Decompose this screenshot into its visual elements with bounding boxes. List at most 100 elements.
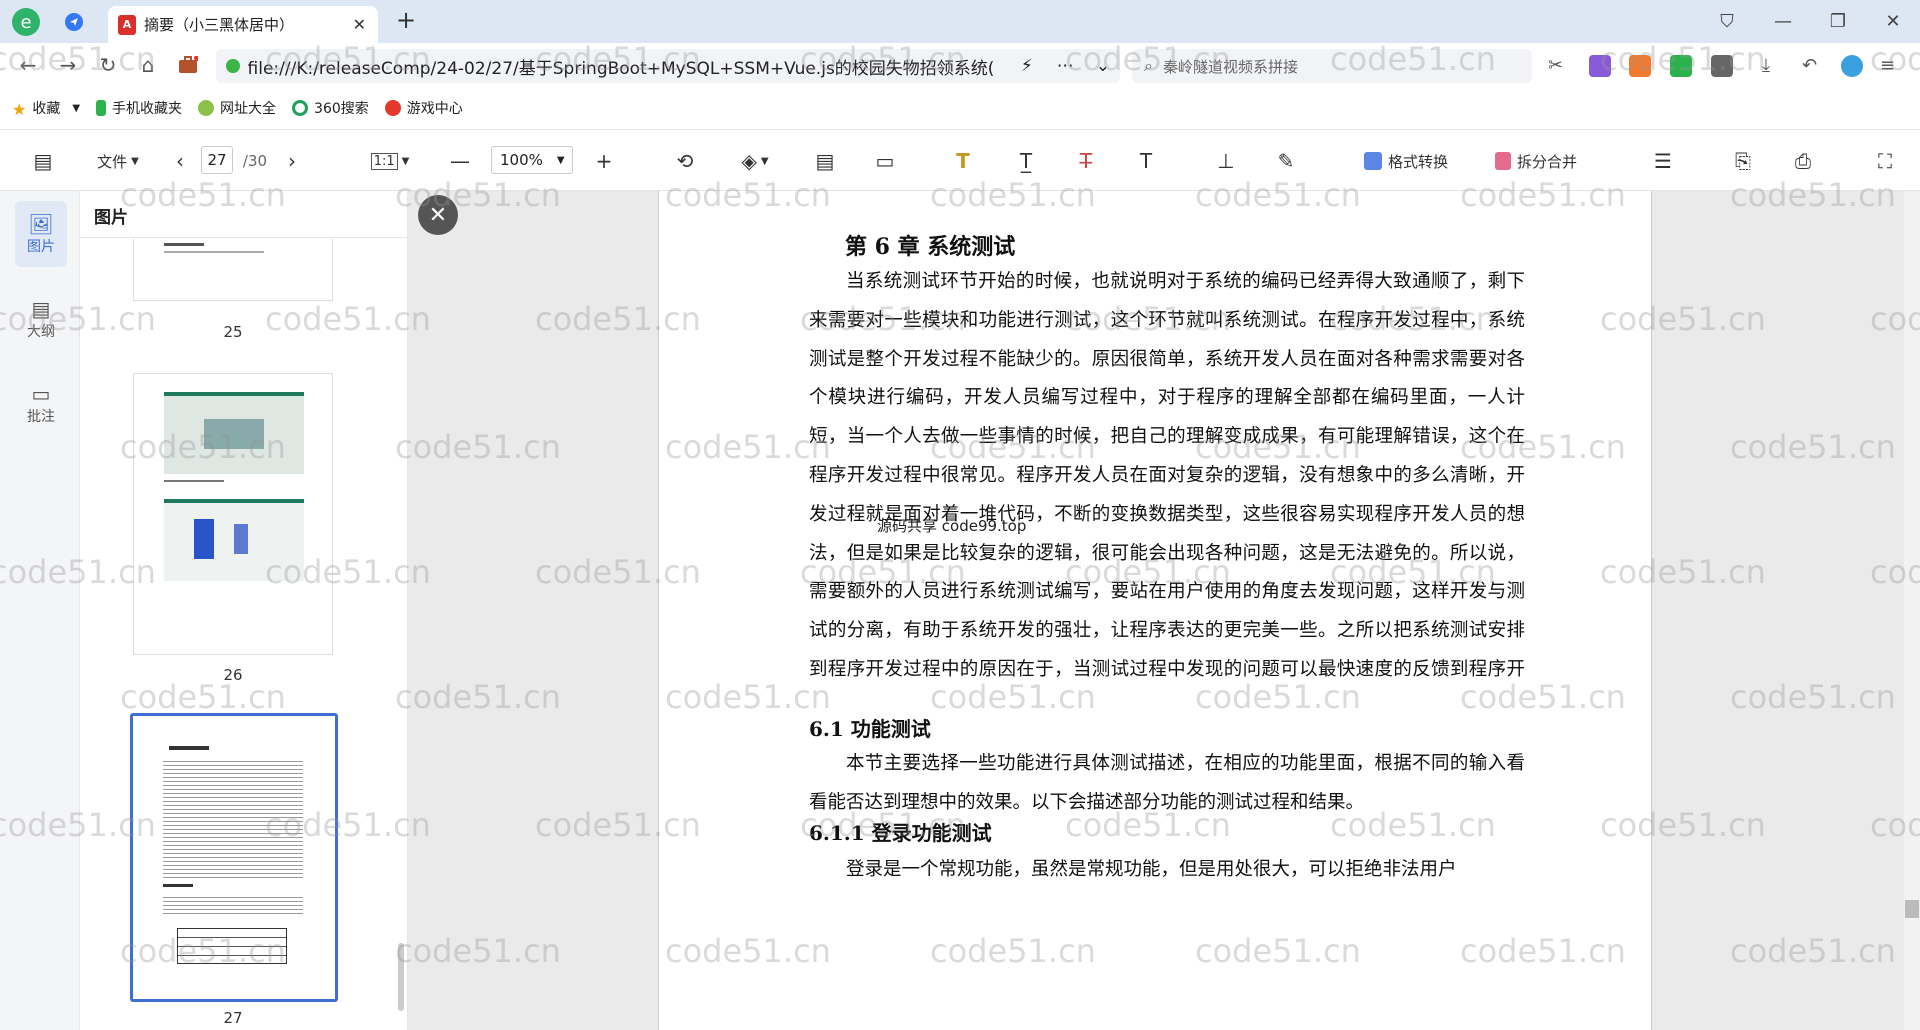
zoom-out-button[interactable]: — — [448, 146, 472, 176]
undo-icon[interactable]: ↶ — [1802, 55, 1824, 77]
pinned-tab-icon[interactable] — [58, 8, 90, 36]
forward-button[interactable]: → — [54, 51, 82, 79]
comment-icon: ▭ — [31, 382, 51, 406]
chevron-down-icon[interactable]: ⌄ — [1096, 56, 1110, 76]
chapter-title: 第 6 章 系统测试 — [845, 234, 1016, 260]
back-button[interactable]: ← — [14, 51, 42, 79]
thumbnail-page-27-selected[interactable] — [130, 713, 338, 1002]
fit-dropdown[interactable]: 1:1 ▼ — [368, 146, 412, 176]
print-icon[interactable]: ⎙ — [1790, 146, 1816, 176]
comment-icon[interactable]: ▭ — [872, 146, 898, 176]
chevron-down-icon[interactable]: ▼ — [72, 103, 80, 114]
skin-icon[interactable]: ⛉ — [1712, 6, 1742, 36]
convert-icon — [1363, 152, 1382, 170]
section-heading: 6.1 功能测试 — [809, 717, 931, 741]
split-icon — [1494, 152, 1511, 170]
briefcase-icon[interactable] — [174, 51, 202, 79]
next-page-button[interactable]: › — [282, 146, 302, 176]
insert-text-icon[interactable]: T — [1133, 146, 1159, 176]
star-icon: ★ — [12, 100, 27, 119]
game-icon[interactable] — [1629, 55, 1651, 77]
paragraph: 本节主要选择一些功能进行具体测试描述，在相应的功能里面，根据不同的输入看看能否达… — [809, 753, 1525, 813]
close-window-button[interactable]: ✕ — [1878, 6, 1908, 36]
format-convert-button[interactable]: 格式转换 — [1356, 146, 1456, 176]
thumbnails-title: 图片 — [94, 208, 128, 228]
scissors-icon[interactable]: ✂ — [1548, 55, 1570, 77]
bookmark-directory[interactable]: 网址大全 — [198, 98, 276, 118]
thumbnail-page-26[interactable] — [133, 373, 333, 655]
pdf-icon: A — [118, 14, 136, 35]
tab-bar: e A 摘要（小三黑体居中） ✕ + ⛉ — ❐ ✕ — [0, 0, 1920, 43]
tab-title: 摘要（小三黑体居中） — [144, 16, 295, 34]
ie-icon[interactable] — [1841, 55, 1863, 77]
home-button[interactable]: ⌂ — [134, 51, 162, 79]
overlay-watermark-text: 源码共享 code99.top — [877, 517, 1027, 535]
bookmark-games[interactable]: 游戏中心 — [384, 98, 463, 118]
active-tab[interactable]: A 摘要（小三黑体居中） ✕ — [108, 6, 378, 43]
split-merge-button[interactable]: 拆分合并 — [1490, 146, 1582, 176]
download-icon[interactable]: ⤓ — [1762, 55, 1784, 77]
extensions-icon[interactable] — [1711, 55, 1733, 77]
paragraph: 登录是一个常规功能，虽然是常规功能，但是用处很大，可以拒绝非法用户 — [846, 859, 1457, 880]
globe-icon — [198, 100, 215, 116]
search-field[interactable]: ⌕ 秦岭隧道视频系拼接 — [1132, 49, 1532, 83]
underline-text-icon[interactable]: T̲ — [1013, 146, 1039, 176]
bookmark-mobile[interactable]: 手机收藏夹 — [96, 98, 182, 118]
signature-icon[interactable]: ✎ — [1273, 146, 1299, 176]
thumbnail-page-25[interactable] — [133, 239, 333, 301]
close-panel-button[interactable]: ✕ — [418, 195, 458, 235]
zoom-select[interactable]: 100% ▼ — [491, 146, 573, 174]
stamp-icon[interactable]: ⊥ — [1213, 146, 1239, 176]
pdf-toolbar: ▤ 文件 ▼ ‹ 27 /30 › 1:1 ▼ — 100% ▼ + ⟲ ◈ ▼ ▤ ▭… — [0, 130, 1920, 191]
url-text: file:///K:/releaseComp/24-02/27/基于Spring… — [247, 58, 995, 79]
fill-color-icon[interactable]: ◈ ▼ — [732, 146, 778, 176]
rotate-icon[interactable]: ⟲ — [672, 146, 698, 176]
rail-images-tab[interactable]: 🖼 图片 — [15, 201, 67, 267]
section-heading: 6.1.1 登录功能测试 — [809, 821, 992, 845]
minimize-button[interactable]: — — [1768, 6, 1798, 36]
bookmarks-bar: ★ 收藏 ▼ 手机收藏夹 网址大全 360搜索 游戏中心 — [0, 87, 1920, 130]
prev-page-button[interactable]: ‹ — [170, 146, 190, 176]
zoom-in-button[interactable]: + — [592, 146, 616, 176]
translate-icon[interactable] — [1589, 55, 1611, 77]
book-icon[interactable] — [1670, 55, 1692, 77]
new-tab-button[interactable]: + — [396, 6, 416, 34]
secure-icon — [226, 59, 240, 73]
url-field[interactable]: file:///K:/releaseComp/24-02/27/基于Spring… — [216, 49, 1120, 83]
tab-close-icon[interactable]: ✕ — [353, 15, 366, 34]
strikethrough-text-icon[interactable]: T̶ — [1073, 146, 1099, 176]
find-icon[interactable]: ☰ — [1650, 146, 1676, 176]
restore-button[interactable]: ❐ — [1823, 6, 1853, 36]
sidebar-toggle-icon[interactable]: ▤ — [30, 146, 56, 176]
bookmark-360search[interactable]: 360搜索 — [292, 98, 369, 118]
svg-text:e: e — [20, 12, 31, 33]
file-menu[interactable]: 文件 ▼ — [90, 146, 146, 176]
thumbnails-scrollbar[interactable] — [398, 943, 404, 1011]
thumbnail-label: 25 — [223, 323, 243, 341]
thumbnails-panel: 图片 25 26 27 — [80, 191, 408, 1030]
page-number-input[interactable]: 27 — [201, 146, 233, 174]
rail-outline-tab[interactable]: ▤ 大纲 — [15, 286, 67, 352]
paragraph: 当系统测试环节开始的时候，也就说明对于系统的编码已经弄得大致通顺了，剩下来需要对… — [809, 271, 1525, 680]
save-icon[interactable]: ⎘ — [1730, 146, 1756, 176]
thumbnail-label: 26 — [223, 666, 243, 684]
game-center-icon — [384, 100, 401, 116]
reload-button[interactable]: ↻ — [94, 51, 122, 79]
highlight-text-icon[interactable]: T — [950, 146, 976, 176]
thumbnail-label: 27 — [223, 1009, 243, 1027]
search-placeholder: 秦岭隧道视频系拼接 — [1162, 57, 1298, 76]
fullscreen-icon[interactable]: ⛶ — [1872, 146, 1898, 176]
text-icon[interactable]: ▤ — [812, 146, 838, 176]
browser-logo-icon[interactable]: e — [10, 6, 42, 38]
more-icon[interactable]: ⋯ — [1057, 56, 1074, 76]
360-icon — [292, 100, 309, 116]
rail-comments-tab[interactable]: ▭ 批注 — [15, 371, 67, 437]
bookmark-favorites[interactable]: ★ 收藏 ▼ — [12, 98, 80, 119]
phone-icon — [96, 100, 107, 116]
total-pages: /30 — [242, 152, 268, 170]
viewer-scrollbar-thumb[interactable] — [1905, 900, 1919, 918]
menu-icon[interactable]: ≡ — [1880, 55, 1902, 77]
left-rail: 🖼 图片 ▤ 大纲 ▭ 批注 — [0, 191, 80, 1030]
pdf-page: 第 6 章 系统测试 当系统测试环节开始的时候，也就说明对于系统的编码已经弄得大… — [658, 191, 1652, 1030]
lightning-icon[interactable]: ⚡ — [1021, 56, 1033, 76]
